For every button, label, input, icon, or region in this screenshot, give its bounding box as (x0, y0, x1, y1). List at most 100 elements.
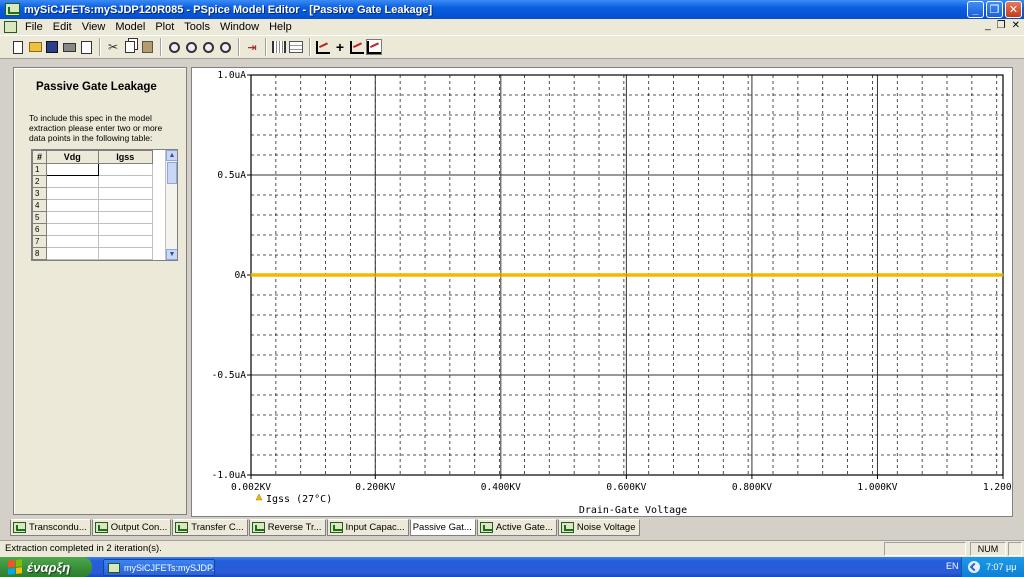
print-button[interactable] (61, 39, 77, 55)
scroll-thumb[interactable] (167, 162, 177, 184)
language-indicator[interactable]: EN (946, 561, 959, 571)
row-number: 2 (32, 175, 47, 188)
igss-cell[interactable] (97, 175, 154, 188)
igss-cell[interactable] (97, 211, 154, 224)
scroll-down-icon[interactable]: ▼ (166, 249, 177, 260)
start-button[interactable]: έναρξη (0, 557, 92, 577)
row-number: 5 (32, 211, 47, 224)
vdg-cell[interactable] (46, 235, 99, 248)
table-row: 3 (32, 187, 154, 200)
menu-window[interactable]: Window (215, 21, 264, 33)
y-tick-label: 0.5uA (217, 170, 246, 181)
tab-label: Input Capac... (345, 522, 405, 533)
x-tick-label: 0.600KV (606, 482, 646, 493)
zoom-out-button[interactable] (183, 39, 199, 55)
menu-edit[interactable]: Edit (48, 21, 77, 33)
tab-input-capacitance[interactable]: Input Capac... (326, 519, 409, 536)
menu-model[interactable]: Model (110, 21, 150, 33)
tab-transconductance[interactable]: Transcondu... (10, 519, 91, 536)
menu-tools[interactable]: Tools (179, 21, 215, 33)
mdi-minimize-button[interactable]: _ (985, 20, 991, 31)
table-row: 2 (32, 175, 154, 188)
title-bar[interactable]: mySiCJFETs:mySJDP120R085 - PSpice Model … (0, 0, 1024, 19)
menu-view[interactable]: View (77, 21, 111, 33)
tab-label: Reverse Tr... (267, 522, 322, 533)
mdi-close-button[interactable]: ✕ (1012, 20, 1020, 31)
vdg-cell[interactable] (46, 247, 99, 260)
log-x-button[interactable] (349, 39, 365, 55)
app-icon[interactable] (5, 3, 20, 16)
menu-file[interactable]: File (20, 21, 48, 33)
tab-active-gate-leakage[interactable]: Active Gate... (476, 519, 557, 536)
mdi-restore-button[interactable]: ❐ (997, 20, 1006, 31)
bars-button[interactable] (271, 39, 287, 55)
windows-logo-icon (8, 559, 22, 575)
igss-cell[interactable] (97, 223, 154, 236)
table-scrollbar[interactable]: ▲ ▼ (165, 150, 177, 260)
igss-cell[interactable] (97, 187, 154, 200)
tab-label: Passive Gat... (412, 522, 472, 533)
tab-transfer-curve[interactable]: Transfer C... (172, 519, 248, 536)
vdg-cell[interactable] (46, 175, 99, 188)
tab-reverse-transfer[interactable]: Reverse Tr... (248, 519, 326, 536)
paste-icon (141, 41, 153, 53)
igss-cell[interactable] (97, 199, 154, 212)
igss-cell[interactable] (97, 235, 154, 248)
y-tick-label: 1.0uA (217, 70, 246, 81)
minimize-button[interactable]: _ (967, 1, 984, 18)
tray-chevron-icon[interactable] (968, 561, 980, 573)
column-header-igss[interactable]: Igss (97, 150, 154, 164)
grid-button[interactable] (288, 39, 304, 55)
taskbar-item-pspice[interactable]: mySiCJFETs:mySJDP... (103, 559, 215, 576)
tab-label: Transcondu... (29, 522, 87, 533)
open-button[interactable] (27, 39, 43, 55)
log-x-icon (350, 40, 364, 54)
zoom-fit-button[interactable] (217, 39, 233, 55)
add-trace-button[interactable] (315, 39, 331, 55)
paste-button[interactable] (139, 39, 155, 55)
column-header-index[interactable]: # (32, 150, 47, 164)
tab-noise-voltage[interactable]: Noise Voltage (557, 519, 640, 536)
menu-plot[interactable]: Plot (150, 21, 179, 33)
x-axis-label: Drain-Gate Voltage (579, 505, 687, 516)
plot-area[interactable]: 1.0uA 0.5uA 0A -0.5uA -1.0uA 0.002KV 0.200KV 0.… (191, 67, 1013, 517)
scroll-up-icon[interactable]: ▲ (166, 150, 177, 161)
toolbar: ✂ ⇥ + (0, 35, 1024, 59)
menu-help[interactable]: Help (264, 21, 297, 33)
vdg-cell[interactable] (46, 163, 99, 176)
save-button[interactable] (44, 39, 60, 55)
zoom-area-icon (202, 41, 214, 53)
y-tick-label: -0.5uA (212, 370, 247, 381)
log-y-button[interactable] (366, 39, 382, 55)
fit-arrow-button[interactable]: ⇥ (244, 39, 260, 55)
size-grip[interactable] (1008, 542, 1022, 556)
vdg-cell[interactable] (46, 223, 99, 236)
vdg-cell[interactable] (46, 199, 99, 212)
system-tray: 7:07 μμ (961, 557, 1024, 577)
data-point (751, 274, 753, 276)
tab-passive-gate-leakage[interactable]: Passive Gat... (409, 519, 476, 536)
window-controls: _ ❐ ✕ (967, 1, 1022, 18)
cursor-button[interactable]: + (332, 39, 348, 55)
toolbar-separator (160, 38, 162, 56)
document-icon[interactable] (4, 21, 17, 33)
x-tick-label: 1.200KV (983, 482, 1012, 493)
vdg-cell[interactable] (46, 211, 99, 224)
new-button[interactable] (10, 39, 26, 55)
close-button[interactable]: ✕ (1005, 1, 1022, 18)
num-lock-indicator: NUM (970, 542, 1006, 556)
toolbar-separator (309, 38, 311, 56)
restore-button[interactable]: ❐ (986, 1, 1003, 18)
cut-button[interactable]: ✂ (105, 39, 121, 55)
tab-output-conductance[interactable]: Output Con... (91, 519, 172, 536)
print-preview-button[interactable] (78, 39, 94, 55)
igss-cell[interactable] (97, 163, 154, 176)
log-y-icon (367, 40, 381, 54)
zoom-in-button[interactable] (166, 39, 182, 55)
zoom-area-button[interactable] (200, 39, 216, 55)
igss-cell[interactable] (97, 247, 154, 260)
column-header-vdg[interactable]: Vdg (46, 150, 99, 164)
copy-button[interactable] (122, 39, 138, 55)
vdg-cell[interactable] (46, 187, 99, 200)
zoom-fit-icon (219, 41, 231, 53)
